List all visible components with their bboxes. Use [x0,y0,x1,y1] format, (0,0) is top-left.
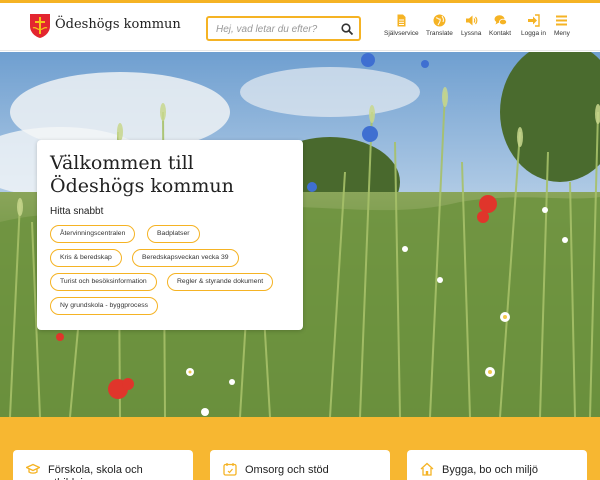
chip-turist-besoksinformation[interactable]: Turist och besöksinformation [50,273,157,291]
nav-sjalvservice[interactable]: Självservice [384,14,419,37]
nav-label: Självservice [384,30,419,37]
chip-badplatser[interactable]: Badplatser [147,225,200,243]
globe-icon [433,14,446,27]
search-box [206,16,361,41]
tile-bygga-bo-miljo[interactable]: Bygga, bo och miljö [407,450,587,480]
nav-meny[interactable]: Meny [554,14,570,37]
chip-kris-beredskap[interactable]: Kris & beredskap [50,249,122,267]
search-icon[interactable] [340,22,354,36]
logo-text[interactable]: Ödeshögs kommun [55,17,181,32]
site-header: Ödeshögs kommun Självservice Translate L… [0,3,600,51]
nav-translate[interactable]: Translate [426,14,453,37]
search-input[interactable] [216,21,336,38]
tile-label: Bygga, bo och miljö [442,464,538,476]
calendar-care-icon [223,463,237,476]
chat-icon [494,15,507,26]
document-icon [397,14,406,27]
welcome-title: Välkommen till Ödeshögs kommun [50,152,234,197]
tile-forskola-skola[interactable]: Förskola, skola och utbildning [13,450,193,480]
nav-lyssna[interactable]: Lyssna [461,14,481,37]
coat-of-arms-logo[interactable] [29,13,51,39]
hero-section: Välkommen till Ödeshögs kommun Hitta sna… [0,52,600,417]
chip-regler-styrande-dokument[interactable]: Regler & styrande dokument [167,273,274,291]
chip-beredskapsveckan[interactable]: Beredskapsveckan vecka 39 [132,249,239,267]
tile-omsorg-stod[interactable]: Omsorg och stöd [210,450,390,480]
chip-atervinningscentralen[interactable]: Återvinningscentralen [50,225,136,243]
quick-find-heading: Hitta snabbt [50,206,104,217]
speaker-icon [465,15,478,26]
nav-kontakt[interactable]: Kontakt [489,14,511,37]
category-band: Förskola, skola och utbildning Omsorg oc… [0,417,600,480]
graduation-cap-icon [26,463,40,474]
tile-label: Omsorg och stöd [245,464,329,476]
nav-label: Kontakt [489,30,512,37]
tile-label: Förskola, skola och utbildning [48,464,143,480]
menu-icon [556,15,568,26]
nav-logga-in[interactable]: Logga in [521,14,546,37]
chip-ny-grundskola[interactable]: Ny grundskola - byggprocess [50,297,159,315]
nav-label: Translate [426,30,453,37]
login-icon [527,14,540,27]
nav-label: Lyssna [461,30,482,37]
nav-label: Meny [554,30,570,37]
welcome-card: Välkommen till Ödeshögs kommun Hitta sna… [37,140,303,330]
house-icon [420,462,434,476]
nav-label: Logga in [521,30,546,37]
